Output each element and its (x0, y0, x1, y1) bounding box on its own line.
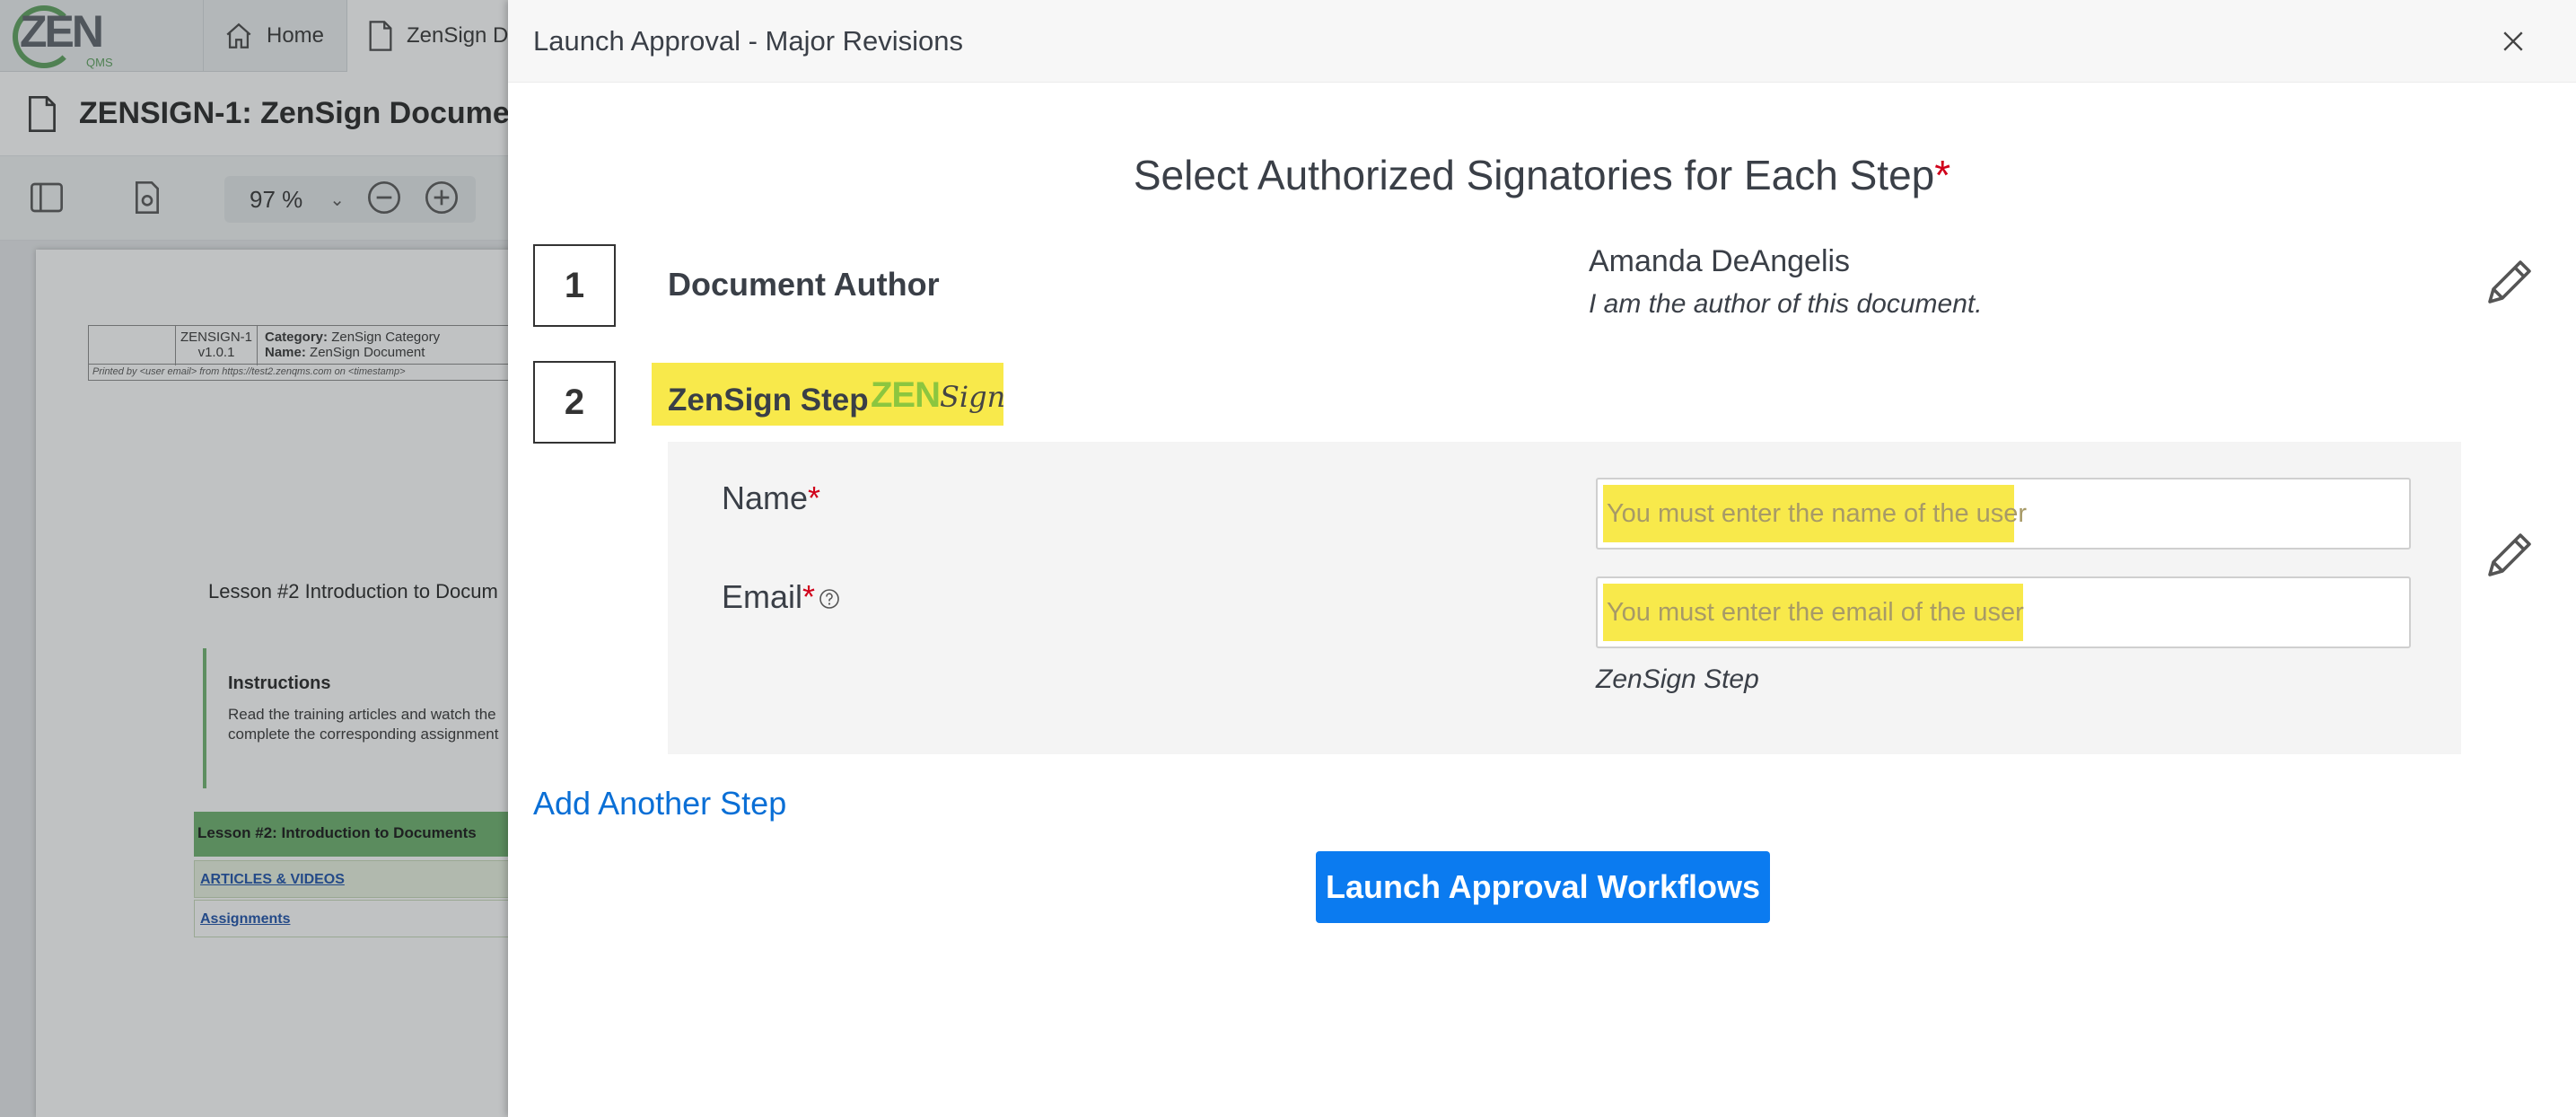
launch-approval-modal: Launch Approval - Major Revisions Select… (508, 0, 2576, 1117)
step-1-title: Document Author (668, 266, 940, 303)
step-2-caption: ZenSign Step (1596, 664, 1759, 694)
step-1-signatory: Amanda DeAngelis (1589, 244, 1851, 278)
modal-title: Launch Approval - Major Revisions (533, 25, 964, 57)
step-number-2: 2 (533, 361, 616, 444)
section-title-text: Select Authorized Signatories for Each S… (1133, 152, 1935, 198)
email-placeholder: You must enter the email of the user (1603, 584, 2024, 641)
add-another-step-link[interactable]: Add Another Step (533, 785, 786, 822)
email-label-text: Email (722, 578, 803, 615)
close-icon (2503, 31, 2523, 51)
help-icon[interactable] (819, 588, 840, 610)
step-2-title: ZenSign Step (668, 383, 869, 418)
required-mark: * (802, 578, 816, 615)
pencil-icon (2488, 533, 2531, 576)
zensign-logo-sign: Sign (940, 380, 1006, 414)
section-title: Select Authorized Signatories for Each S… (508, 151, 2576, 199)
launch-approval-workflows-button[interactable]: Launch Approval Workflows (1316, 851, 1770, 923)
required-mark: * (808, 479, 821, 516)
email-input[interactable]: You must enter the email of the user (1596, 576, 2411, 648)
zensign-logo: ZENSign (871, 375, 1005, 416)
edit-step-2-button[interactable] (2479, 528, 2537, 585)
step-1-note: I am the author of this document. (1589, 289, 1983, 319)
email-label: Email* (722, 578, 840, 616)
required-mark: * (1934, 152, 1951, 198)
close-button[interactable] (2492, 20, 2535, 63)
step-2-form-panel: Name* You must enter the name of the use… (668, 442, 2461, 754)
name-label-text: Name (722, 479, 809, 516)
modal-header: Launch Approval - Major Revisions (508, 0, 2576, 83)
name-label: Name* (722, 479, 820, 517)
zensign-logo-zen: ZEN (871, 375, 941, 415)
edit-step-1-button[interactable] (2479, 255, 2537, 312)
pencil-icon (2488, 260, 2531, 303)
step-number-1: 1 (533, 244, 616, 327)
name-placeholder: You must enter the name of the user (1603, 485, 2027, 542)
name-input[interactable]: You must enter the name of the user (1596, 478, 2411, 550)
